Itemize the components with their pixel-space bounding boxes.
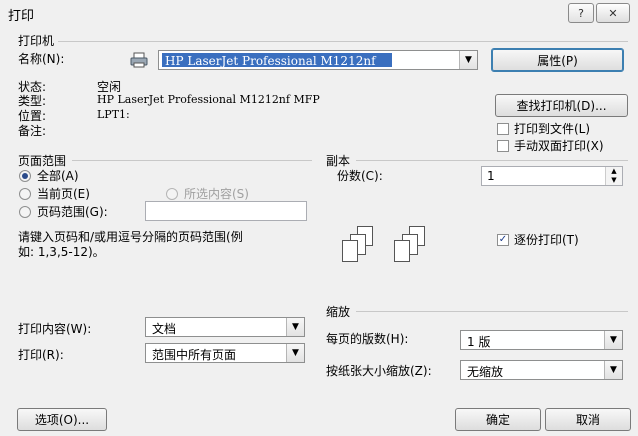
chevron-down-icon[interactable]: ▼ <box>604 361 622 379</box>
page-range-input[interactable] <box>145 201 307 221</box>
collate-label: 逐份打印(T) <box>514 233 579 247</box>
help-icon: ? <box>578 6 584 20</box>
range-selection-label: 所选内容(S) <box>184 187 249 201</box>
location-value: LPT1: <box>97 108 130 121</box>
chevron-down-icon[interactable]: ▼ <box>286 344 304 362</box>
chevron-down-icon[interactable]: ▼ <box>286 318 304 336</box>
range-pages-radio[interactable] <box>19 206 31 218</box>
printer-name-combo[interactable]: HP LaserJet Professional M1212nf ▼ <box>158 50 478 70</box>
print-combo[interactable]: 范围中所有页面 ▼ <box>145 343 305 363</box>
pages-per-sheet-value: 1 版 <box>467 335 491 349</box>
copies-group-line <box>356 160 628 161</box>
print-value: 范围中所有页面 <box>152 348 237 362</box>
close-icon: ✕ <box>608 6 618 20</box>
print-to-file-checkbox[interactable] <box>497 123 509 135</box>
find-printer-button[interactable]: 查找打印机(D)... <box>495 94 628 117</box>
comment-label: 备注: <box>18 124 47 138</box>
spinner-icon[interactable]: ▲ ▼ <box>605 167 622 185</box>
close-button[interactable]: ✕ <box>596 3 630 23</box>
range-current-label: 当前页(E) <box>37 187 90 201</box>
printer-name-label: 名称(N): <box>18 52 65 66</box>
page-stack-icon <box>394 240 410 262</box>
print-what-value: 文档 <box>152 322 177 336</box>
print-what-combo[interactable]: 文档 ▼ <box>145 317 305 337</box>
range-current-radio[interactable] <box>19 188 31 200</box>
zoom-group-line <box>356 311 628 312</box>
pages-per-sheet-combo[interactable]: 1 版 ▼ <box>460 330 623 350</box>
scale-combo[interactable]: 无缩放 ▼ <box>460 360 623 380</box>
range-pages-label: 页码范围(G): <box>37 205 108 219</box>
print-label: 打印(R): <box>18 348 64 362</box>
ok-button[interactable]: 确定 <box>455 408 541 431</box>
copies-count-input[interactable]: 1 ▲ ▼ <box>481 166 623 186</box>
chevron-down-icon[interactable]: ▼ <box>459 51 477 69</box>
printer-name-value: HP LaserJet Professional M1212nf <box>165 54 376 68</box>
collate-checkbox[interactable]: ✓ <box>497 234 509 246</box>
print-to-file-label: 打印到文件(L) <box>514 122 591 136</box>
range-all-radio[interactable] <box>19 170 31 182</box>
page-range-group-line <box>72 160 312 161</box>
pages-per-sheet-label: 每页的版数(H): <box>326 332 409 346</box>
manual-duplex-label: 手动双面打印(X) <box>514 139 604 153</box>
range-selection-radio[interactable] <box>166 188 178 200</box>
options-button[interactable]: 选项(O)... <box>17 408 107 431</box>
range-all-label: 全部(A) <box>37 169 79 183</box>
page-stack-icon <box>342 240 358 262</box>
copies-count-label: 份数(C): <box>337 169 383 183</box>
printer-icon <box>130 52 148 68</box>
type-value: HP LaserJet Professional M1212nf MFP <box>97 93 320 106</box>
printer-group-label: 打印机 <box>18 34 55 48</box>
zoom-group-label: 缩放 <box>326 305 351 319</box>
scale-value: 无缩放 <box>467 365 504 379</box>
properties-button[interactable]: 属性(P) <box>491 48 624 72</box>
page-range-hint-2: 如: 1,3,5-12)。 <box>18 245 105 259</box>
printer-group-line <box>58 41 628 42</box>
scale-label: 按纸张大小缩放(Z): <box>326 364 432 378</box>
copies-count-value: 1 <box>487 169 495 183</box>
print-what-label: 打印内容(W): <box>18 322 92 336</box>
chevron-down-icon[interactable]: ▼ <box>604 331 622 349</box>
help-button[interactable]: ? <box>568 3 594 23</box>
cancel-button[interactable]: 取消 <box>545 408 631 431</box>
window-title: 打印 <box>8 9 35 24</box>
manual-duplex-checkbox[interactable] <box>497 140 509 152</box>
